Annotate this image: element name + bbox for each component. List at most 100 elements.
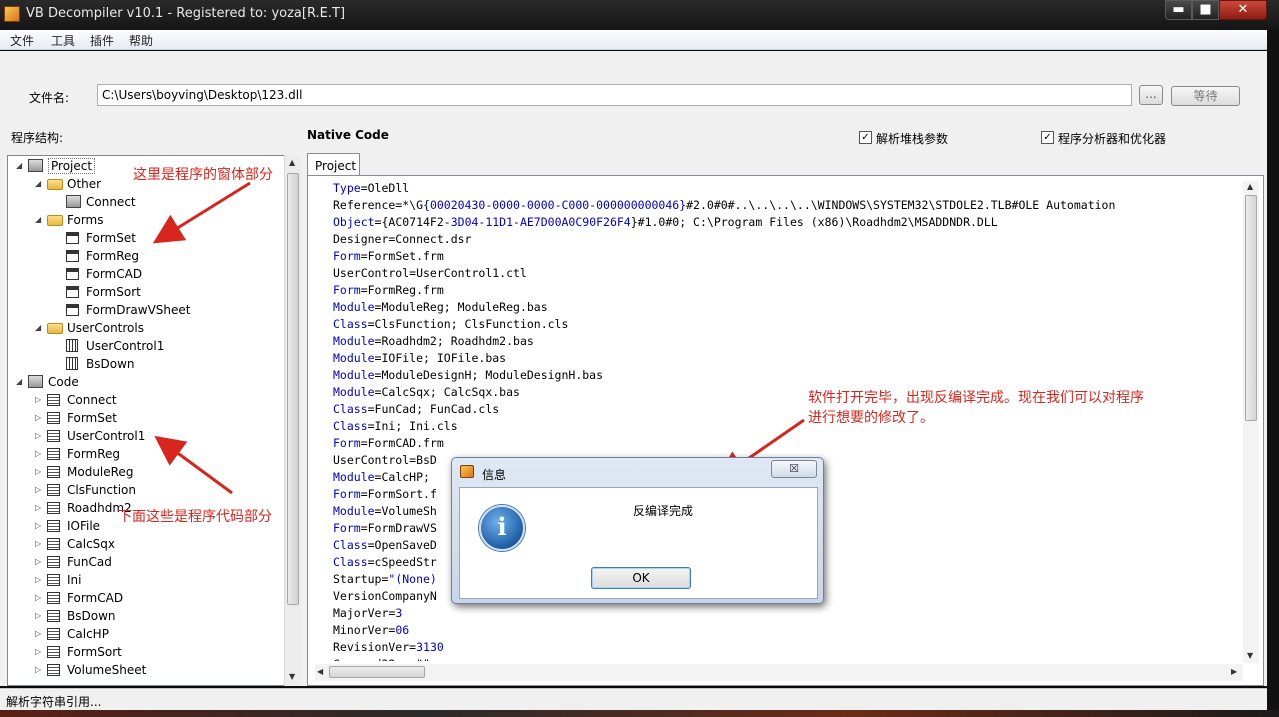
tree-item[interactable]: ▷ Connect xyxy=(33,392,278,410)
tree-item[interactable]: ◢ Forms xyxy=(33,212,278,230)
expand-toggle-icon[interactable]: ◢ xyxy=(35,323,43,333)
dialog-app-icon xyxy=(460,465,474,478)
code-icon xyxy=(47,574,60,586)
code-line: Class=ClsFunction; ClsFunction.cls xyxy=(333,317,568,331)
tree-item-label: FormSet xyxy=(67,411,117,425)
program-analyzer-checkbox[interactable]: ✓ xyxy=(1041,131,1054,144)
code-line: UserControl=UserControl1.ctl xyxy=(333,266,527,280)
code-line: Class=FunCad; FunCad.cls xyxy=(333,402,499,416)
expand-toggle-icon[interactable]: ▷ xyxy=(35,395,43,405)
menu-file[interactable]: 文件 xyxy=(10,32,34,49)
maximize-button[interactable]: ■ xyxy=(1192,0,1219,20)
code-text: =FormDrawVS xyxy=(360,521,437,535)
code-line: Module=IOFile; IOFile.bas xyxy=(333,351,506,365)
menu-tools[interactable]: 工具 xyxy=(51,32,75,49)
expand-toggle-icon[interactable]: ▷ xyxy=(35,557,43,567)
tree-item[interactable]: ▷ BsDown xyxy=(33,608,278,626)
tree-item[interactable]: Connect xyxy=(52,194,278,212)
expand-toggle-icon[interactable]: ▷ xyxy=(35,611,43,621)
minimize-button[interactable]: ▬ xyxy=(1165,0,1192,20)
expand-toggle-icon[interactable]: ▷ xyxy=(35,575,43,585)
expand-toggle-icon[interactable] xyxy=(54,359,62,369)
expand-toggle-icon[interactable]: ▷ xyxy=(35,629,43,639)
tree-item[interactable]: ◢ Code xyxy=(14,374,278,392)
tree-item[interactable]: ▷ Ini xyxy=(33,572,278,590)
code-line: RevisionVer=3130 xyxy=(333,640,444,654)
scroll-up-icon[interactable]: ▲ xyxy=(289,158,295,167)
code-scroll-down-icon[interactable]: ▼ xyxy=(1247,651,1253,660)
tree-item[interactable]: ▷ FunCad xyxy=(33,554,278,572)
expand-toggle-icon[interactable]: ▷ xyxy=(35,539,43,549)
tree-item[interactable]: ▷ UserControl1 xyxy=(33,428,278,446)
scroll-down-icon[interactable]: ▼ xyxy=(289,672,295,681)
tree-item[interactable]: ▷ CalcSqx xyxy=(33,536,278,554)
code-line: Form=FormSort.f xyxy=(333,487,437,501)
expand-toggle-icon[interactable] xyxy=(54,287,62,297)
expand-toggle-icon[interactable]: ▷ xyxy=(35,593,43,603)
expand-toggle-icon[interactable]: ▷ xyxy=(35,665,43,675)
expand-toggle-icon[interactable] xyxy=(54,341,62,351)
dialog-ok-button[interactable]: OK xyxy=(591,567,691,589)
tree-item-label: FormReg xyxy=(67,447,121,461)
expand-toggle-icon[interactable]: ▷ xyxy=(35,431,43,441)
expand-toggle-icon[interactable]: ▷ xyxy=(35,485,43,495)
expand-toggle-icon[interactable]: ◢ xyxy=(35,179,43,189)
tree-vertical-scrollbar[interactable]: ▲ ▼ xyxy=(284,155,301,686)
expand-toggle-icon[interactable] xyxy=(54,233,62,243)
code-line: Module=CalcSqx; CalcSqx.bas xyxy=(333,385,520,399)
expand-toggle-icon[interactable]: ◢ xyxy=(16,377,24,387)
expand-toggle-icon[interactable] xyxy=(54,305,62,315)
tree-item[interactable]: UserControl1 xyxy=(52,338,278,356)
tab-project[interactable]: Project xyxy=(307,153,360,176)
code-horizontal-scrollbar[interactable]: ◀ ▶ xyxy=(315,664,1243,681)
expand-toggle-icon[interactable]: ▷ xyxy=(35,467,43,477)
code-scroll-left-icon[interactable]: ◀ xyxy=(317,667,323,676)
code-scroll-thumb[interactable] xyxy=(1245,195,1257,421)
tree-item[interactable]: ▷ ClsFunction xyxy=(33,482,278,500)
code-icon xyxy=(47,484,60,496)
tree-item[interactable]: ▷ CalcHP xyxy=(33,626,278,644)
code-vertical-scrollbar[interactable]: ▲ ▼ xyxy=(1243,181,1259,663)
code-scroll-up-icon[interactable]: ▲ xyxy=(1247,182,1253,191)
code-text: =IOFile; IOFile.bas xyxy=(374,351,507,365)
parse-stack-args-checkbox[interactable]: ✓ xyxy=(859,131,872,144)
tree-item[interactable]: FormDrawVSheet xyxy=(52,302,278,320)
tree-item[interactable]: ▷ VolumeSheet xyxy=(33,662,278,680)
browse-button[interactable]: ... xyxy=(1139,85,1163,105)
file-path-input[interactable]: C:\Users\boyving\Desktop\123.dll xyxy=(97,84,1132,106)
code-keyword: Class xyxy=(333,538,368,552)
expand-toggle-icon[interactable] xyxy=(54,269,62,279)
expand-toggle-icon[interactable]: ◢ xyxy=(35,215,43,225)
expand-toggle-icon[interactable]: ◢ xyxy=(16,161,24,171)
expand-toggle-icon[interactable] xyxy=(54,251,62,261)
code-scroll-right-icon[interactable]: ▶ xyxy=(1231,667,1237,676)
project-tree[interactable]: ◢ Project ◢ Other Connect ◢ Forms FormSet FormRe… xyxy=(7,155,301,686)
expand-toggle-icon[interactable]: ▷ xyxy=(35,521,43,531)
code-keyword: Module xyxy=(333,504,375,518)
tree-item[interactable]: BsDown xyxy=(52,356,278,374)
tree-item[interactable]: FormSort xyxy=(52,284,278,302)
menu-help[interactable]: 帮助 xyxy=(129,32,153,49)
expand-toggle-icon[interactable]: ▷ xyxy=(35,413,43,423)
dialog-close-button[interactable]: ☒ xyxy=(771,460,817,478)
close-button[interactable]: ✕ xyxy=(1219,0,1267,20)
tree-item[interactable]: ▷ FormCAD xyxy=(33,590,278,608)
tree-item[interactable]: FormSet xyxy=(52,230,278,248)
expand-toggle-icon[interactable] xyxy=(54,197,62,207)
tree-item[interactable]: ▷ FormSort xyxy=(33,644,278,662)
code-keyword: Form xyxy=(333,249,361,263)
tree-item[interactable]: ▷ FormReg xyxy=(33,446,278,464)
tree-item[interactable]: FormCAD xyxy=(52,266,278,284)
menu-plugins[interactable]: 插件 xyxy=(90,32,114,49)
tree-item[interactable]: ◢ UserControls xyxy=(33,320,278,338)
tree-item[interactable]: ▷ ModuleReg xyxy=(33,464,278,482)
tree-item[interactable]: ▷ FormSet xyxy=(33,410,278,428)
wait-button[interactable]: 等待 xyxy=(1171,86,1240,106)
tree-item[interactable]: FormReg xyxy=(52,248,278,266)
expand-toggle-icon[interactable]: ▷ xyxy=(35,503,43,513)
expand-toggle-icon[interactable]: ▷ xyxy=(35,647,43,657)
code-hscroll-thumb[interactable] xyxy=(329,666,425,678)
tree-scroll-thumb[interactable] xyxy=(287,173,299,605)
code-keyword: Form xyxy=(333,521,361,535)
expand-toggle-icon[interactable]: ▷ xyxy=(35,449,43,459)
